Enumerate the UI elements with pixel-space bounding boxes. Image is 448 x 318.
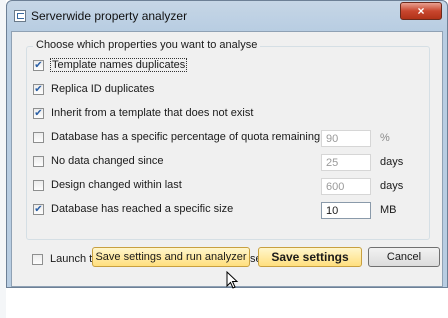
window-title: Serverwide property analyzer bbox=[31, 9, 188, 23]
dialog-window: Serverwide property analyzer × Choose wh… bbox=[6, 0, 448, 288]
option-design-changed[interactable]: Design changed within last 600 days bbox=[33, 178, 427, 195]
unit-label: MB bbox=[380, 204, 397, 216]
option-replica-id-duplicates[interactable]: ✔ Replica ID duplicates bbox=[33, 82, 427, 98]
days-since-input[interactable]: 25 bbox=[321, 154, 371, 171]
option-label: Database has a specific percentage of qu… bbox=[51, 131, 321, 143]
mouse-cursor-icon bbox=[226, 271, 239, 289]
quota-percentage-input[interactable]: 90 bbox=[321, 130, 371, 147]
option-label: Replica ID duplicates bbox=[51, 83, 155, 95]
checkbox[interactable] bbox=[33, 156, 44, 167]
app-icon bbox=[14, 10, 26, 22]
close-icon: × bbox=[417, 4, 425, 18]
cancel-button[interactable]: Cancel bbox=[368, 247, 440, 267]
option-inherit-missing-template[interactable]: ✔ Inherit from a template that does not … bbox=[33, 106, 427, 122]
checkbox[interactable]: ✔ bbox=[33, 204, 44, 215]
title-bar[interactable]: Serverwide property analyzer × bbox=[7, 1, 447, 31]
checkbox[interactable]: ✔ bbox=[33, 84, 44, 95]
checkbox[interactable] bbox=[33, 132, 44, 143]
option-no-data-changed[interactable]: No data changed since 25 days bbox=[33, 154, 427, 171]
option-label: Template names duplicates bbox=[49, 58, 188, 72]
checkbox[interactable]: ✔ bbox=[33, 108, 44, 119]
option-quota-remaining[interactable]: Database has a specific percentage of qu… bbox=[33, 130, 427, 147]
unit-label: % bbox=[380, 132, 390, 144]
checkbox[interactable] bbox=[32, 254, 43, 265]
option-template-names-duplicates[interactable]: ✔ Template names duplicates bbox=[33, 58, 427, 74]
option-label: Inherit from a template that does not ex… bbox=[51, 107, 254, 119]
group-legend: Choose which properties you want to anal… bbox=[33, 39, 261, 51]
design-days-input[interactable]: 600 bbox=[321, 178, 371, 195]
option-label: Design changed within last bbox=[51, 179, 182, 191]
unit-label: days bbox=[380, 180, 404, 192]
option-database-size[interactable]: ✔ Database has reached a specific size 1… bbox=[33, 202, 427, 219]
save-settings-button[interactable]: Save settings bbox=[258, 247, 362, 267]
save-and-run-button[interactable]: Save settings and run analyzer bbox=[92, 247, 250, 267]
checkbox[interactable]: ✔ bbox=[33, 60, 44, 71]
option-label: Database has reached a specific size bbox=[51, 203, 234, 215]
unit-label: days bbox=[380, 156, 404, 168]
option-label: No data changed since bbox=[51, 155, 164, 167]
size-input[interactable]: 10 bbox=[321, 202, 371, 219]
checkbox[interactable] bbox=[33, 180, 44, 191]
close-button[interactable]: × bbox=[400, 2, 442, 20]
properties-group: Choose which properties you want to anal… bbox=[26, 39, 430, 240]
